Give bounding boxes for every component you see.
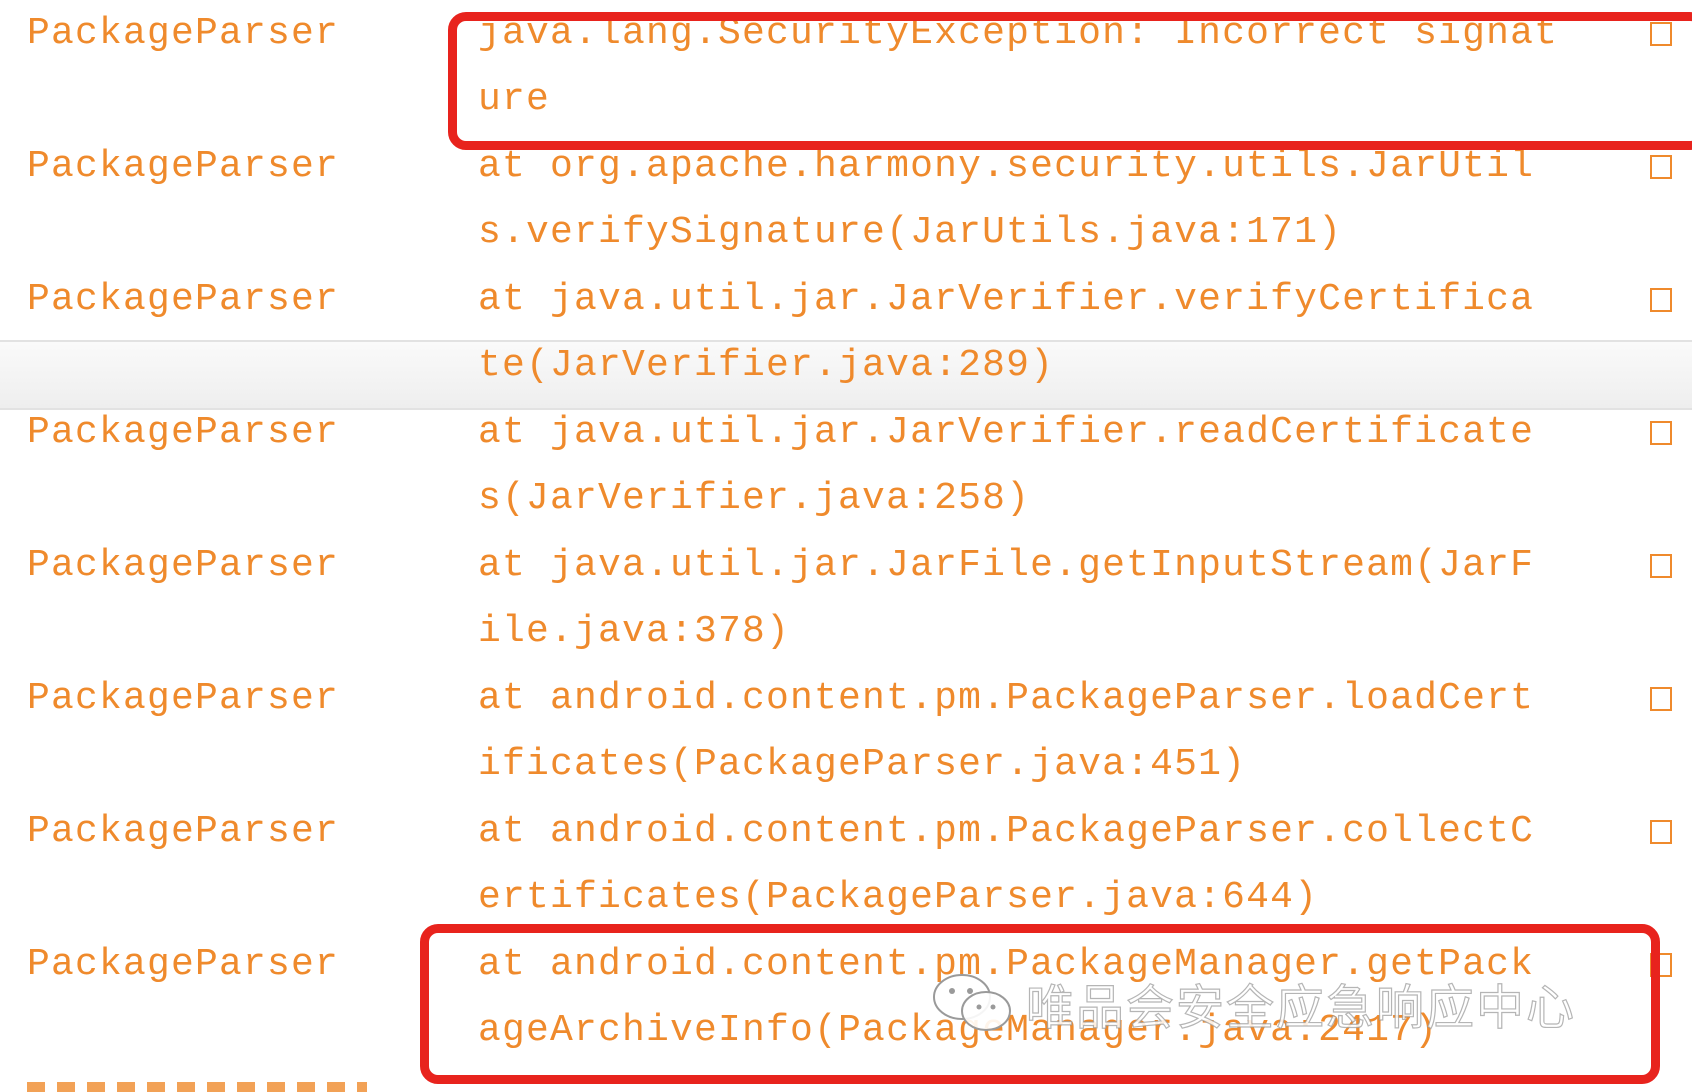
log-tag: PackageParser [27, 278, 340, 321]
log-tag: PackageParser [27, 145, 340, 188]
log-entry[interactable]: PackageParser at java.util.jar.JarVerifi… [0, 266, 1692, 399]
log-message-line: at java.util.jar.JarVerifier.readCertifi… [478, 411, 1535, 454]
wechat-icon [933, 974, 1011, 1031]
log-tag: PackageParser [27, 12, 340, 55]
log-message-line: s(JarVerifier.java:258) [478, 477, 1031, 520]
log-tag: PackageParser [27, 677, 340, 720]
line-wrap-icon [1650, 155, 1672, 179]
log-tag: PackageParser [27, 810, 340, 853]
line-wrap-icon [1650, 288, 1672, 312]
log-message-line: te(JarVerifier.java:289) [478, 344, 1055, 387]
log-message-line: s.verifySignature(JarUtils.java:171) [478, 211, 1343, 254]
log-tag: PackageParser [27, 411, 340, 454]
logcat-view: PackageParser java.lang.SecurityExceptio… [0, 0, 1692, 1092]
line-wrap-icon [1650, 820, 1672, 844]
line-wrap-icon [1650, 421, 1672, 445]
line-wrap-icon [1650, 554, 1672, 578]
log-message-line: ile.java:378) [478, 610, 791, 653]
log-message-line: at android.content.pm.PackageParser.coll… [478, 810, 1535, 853]
annotation-box-exception [448, 12, 1692, 150]
line-wrap-icon [1650, 687, 1672, 711]
watermark-text: 唯品会安全应急响应中心 [1025, 979, 1577, 1036]
log-message-line: ificates(PackageParser.java:451) [478, 743, 1247, 786]
log-entry[interactable]: PackageParser at android.content.pm.Pack… [0, 798, 1692, 931]
log-tag: PackageParser [27, 943, 340, 986]
log-tag: PackageParser [27, 544, 340, 587]
log-message-line: at android.content.pm.PackageParser.load… [478, 677, 1535, 720]
log-entry[interactable]: PackageParser at android.content.pm.Pack… [0, 665, 1692, 798]
watermark: 唯品会安全应急响应中心 [930, 968, 1576, 1038]
log-entry[interactable]: PackageParser at org.apache.harmony.secu… [0, 133, 1692, 266]
log-message-line: at java.util.jar.JarFile.getInputStream(… [478, 544, 1535, 587]
log-message-line: at java.util.jar.JarVerifier.verifyCerti… [478, 278, 1535, 321]
log-message-line: ertificates(PackageParser.java:644) [478, 876, 1319, 919]
log-entry[interactable]: PackageParser at java.util.jar.JarVerifi… [0, 399, 1692, 532]
log-message-line: at org.apache.harmony.security.utils.Jar… [478, 145, 1535, 188]
log-entry[interactable]: PackageParser at java.util.jar.JarFile.g… [0, 532, 1692, 665]
